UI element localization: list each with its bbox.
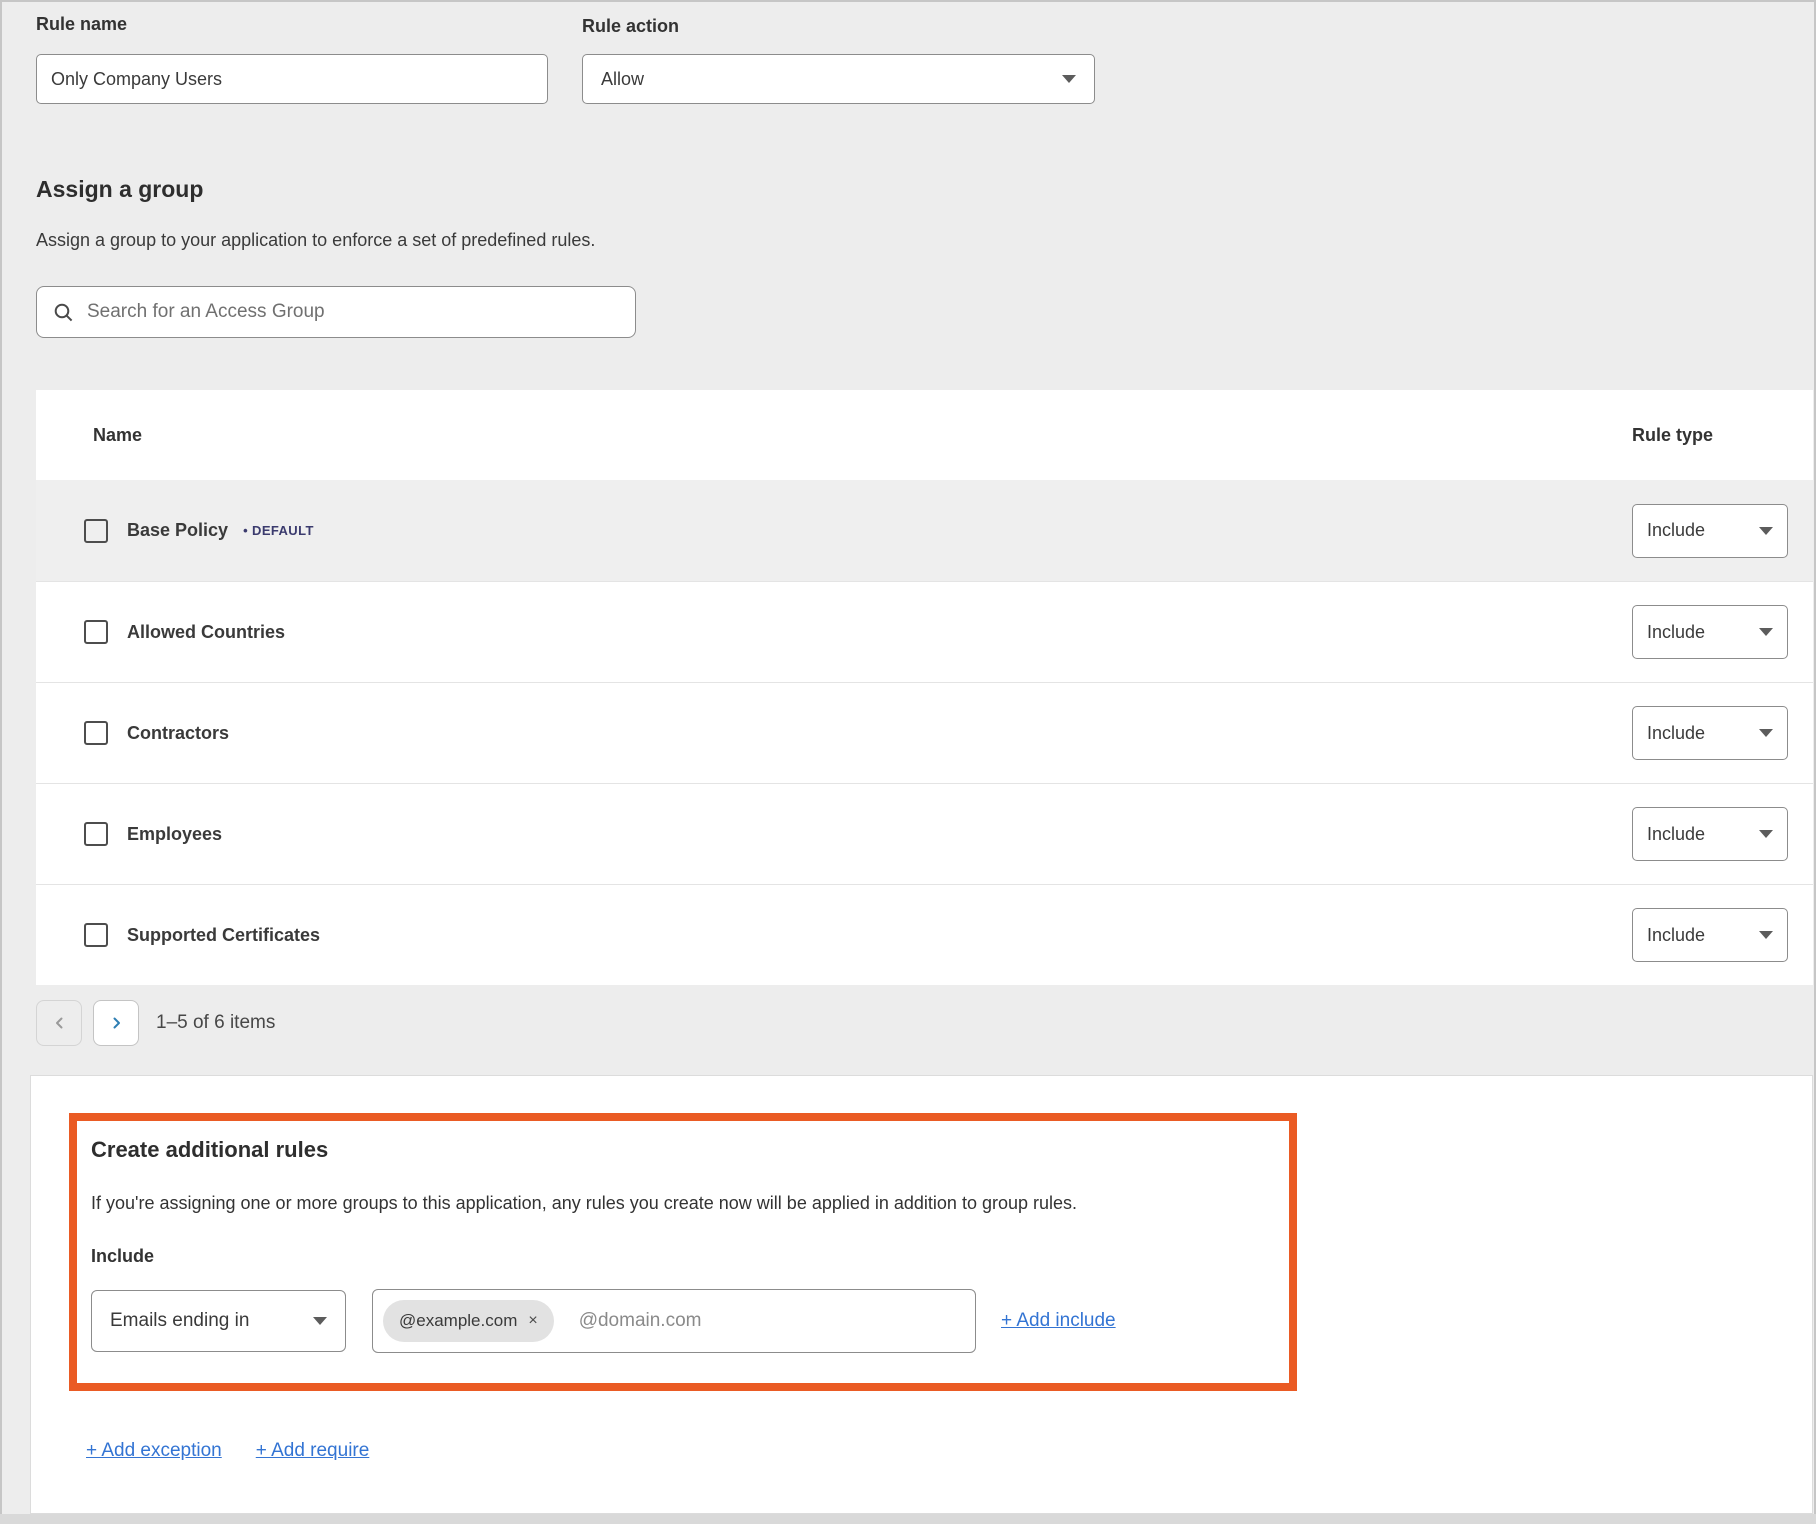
horizontal-scrollbar[interactable]	[0, 1514, 1816, 1524]
rule-action-select[interactable]: Allow	[582, 54, 1095, 104]
rule-type-select[interactable]: Include	[1632, 807, 1788, 861]
email-tag: @example.com ×	[383, 1300, 554, 1342]
rule-type-value: Include	[1647, 622, 1705, 643]
rule-builder-row: Emails ending in @example.com × + Add in…	[91, 1289, 1275, 1353]
column-header-rule-type: Rule type	[1632, 425, 1813, 446]
group-name: Allowed Countries	[127, 622, 285, 643]
previous-page-button[interactable]	[36, 1000, 82, 1046]
rule-action-value: Allow	[601, 69, 644, 90]
rule-type-select[interactable]: Include	[1632, 605, 1788, 659]
close-icon[interactable]: ×	[528, 1313, 537, 1329]
rule-type-value: Include	[1647, 925, 1705, 946]
assign-group-heading: Assign a group	[36, 176, 203, 203]
condition-value: Emails ending in	[110, 1310, 249, 1332]
add-exception-link[interactable]: + Add exception	[86, 1440, 222, 1462]
footer-links: + Add exception + Add require	[86, 1440, 369, 1462]
column-header-name: Name	[93, 425, 142, 446]
pagination: 1–5 of 6 items	[36, 1000, 275, 1046]
add-require-link[interactable]: + Add require	[256, 1440, 370, 1462]
rule-action-label: Rule action	[582, 16, 679, 37]
rule-name-input[interactable]	[36, 54, 548, 104]
highlighted-section: Create additional rules If you're assign…	[69, 1113, 1297, 1391]
table-row: Employees Include	[36, 783, 1813, 884]
include-label: Include	[91, 1246, 1275, 1267]
row-checkbox[interactable]	[84, 822, 108, 846]
chevron-down-icon	[1759, 729, 1773, 737]
search-input[interactable]	[87, 301, 619, 323]
group-table-body: Base Policy • DEFAULT Include Allowed Co…	[36, 480, 1813, 985]
chevron-down-icon	[1759, 931, 1773, 939]
page: Rule name Rule action Allow Assign a gro…	[0, 0, 1816, 1524]
table-row: Base Policy • DEFAULT Include	[36, 480, 1813, 581]
row-checkbox[interactable]	[84, 721, 108, 745]
table-row: Contractors Include	[36, 682, 1813, 783]
additional-rules-description: If you're assigning one or more groups t…	[91, 1193, 1275, 1214]
group-name: Base Policy	[127, 520, 228, 541]
rule-type-cell: Include	[1632, 807, 1813, 861]
search-icon	[53, 302, 74, 323]
default-badge: • DEFAULT	[243, 523, 314, 538]
assign-group-description: Assign a group to your application to en…	[36, 230, 595, 251]
rule-type-cell: Include	[1632, 908, 1813, 962]
access-group-search[interactable]	[36, 286, 636, 338]
email-tag-label: @example.com	[399, 1311, 517, 1331]
chevron-left-icon	[53, 1016, 66, 1030]
chevron-right-icon	[110, 1016, 123, 1030]
row-checkbox[interactable]	[84, 620, 108, 644]
chevron-down-icon	[313, 1317, 327, 1325]
row-checkbox[interactable]	[84, 923, 108, 947]
group-table: Name Rule type Base Policy • DEFAULT Inc…	[36, 390, 1813, 985]
rule-name-label: Rule name	[36, 14, 127, 35]
rule-type-select[interactable]: Include	[1632, 504, 1788, 558]
rule-type-value: Include	[1647, 520, 1705, 541]
condition-select[interactable]: Emails ending in	[91, 1290, 346, 1352]
chevron-down-icon	[1062, 75, 1076, 83]
rule-type-value: Include	[1647, 824, 1705, 845]
rule-type-value: Include	[1647, 723, 1705, 744]
additional-rules-card: Create additional rules If you're assign…	[30, 1075, 1813, 1514]
table-header-row: Name Rule type	[36, 390, 1813, 480]
group-name: Employees	[127, 824, 222, 845]
next-page-button[interactable]	[93, 1000, 139, 1046]
pagination-label: 1–5 of 6 items	[156, 1012, 275, 1034]
group-name: Contractors	[127, 723, 229, 744]
rule-type-cell: Include	[1632, 706, 1813, 760]
rule-type-cell: Include	[1632, 504, 1813, 558]
add-include-link[interactable]: + Add include	[1001, 1310, 1116, 1332]
row-checkbox[interactable]	[84, 519, 108, 543]
chevron-down-icon	[1759, 628, 1773, 636]
table-row: Allowed Countries Include	[36, 581, 1813, 682]
table-row: Supported Certificates Include	[36, 884, 1813, 985]
email-domain-input[interactable]: @example.com ×	[372, 1289, 976, 1353]
rule-type-select[interactable]: Include	[1632, 908, 1788, 962]
rule-type-cell: Include	[1632, 605, 1813, 659]
chevron-down-icon	[1759, 527, 1773, 535]
group-name: Supported Certificates	[127, 925, 320, 946]
domain-input[interactable]	[579, 1310, 975, 1332]
chevron-down-icon	[1759, 830, 1773, 838]
additional-rules-heading: Create additional rules	[91, 1137, 1275, 1163]
rule-type-select[interactable]: Include	[1632, 706, 1788, 760]
